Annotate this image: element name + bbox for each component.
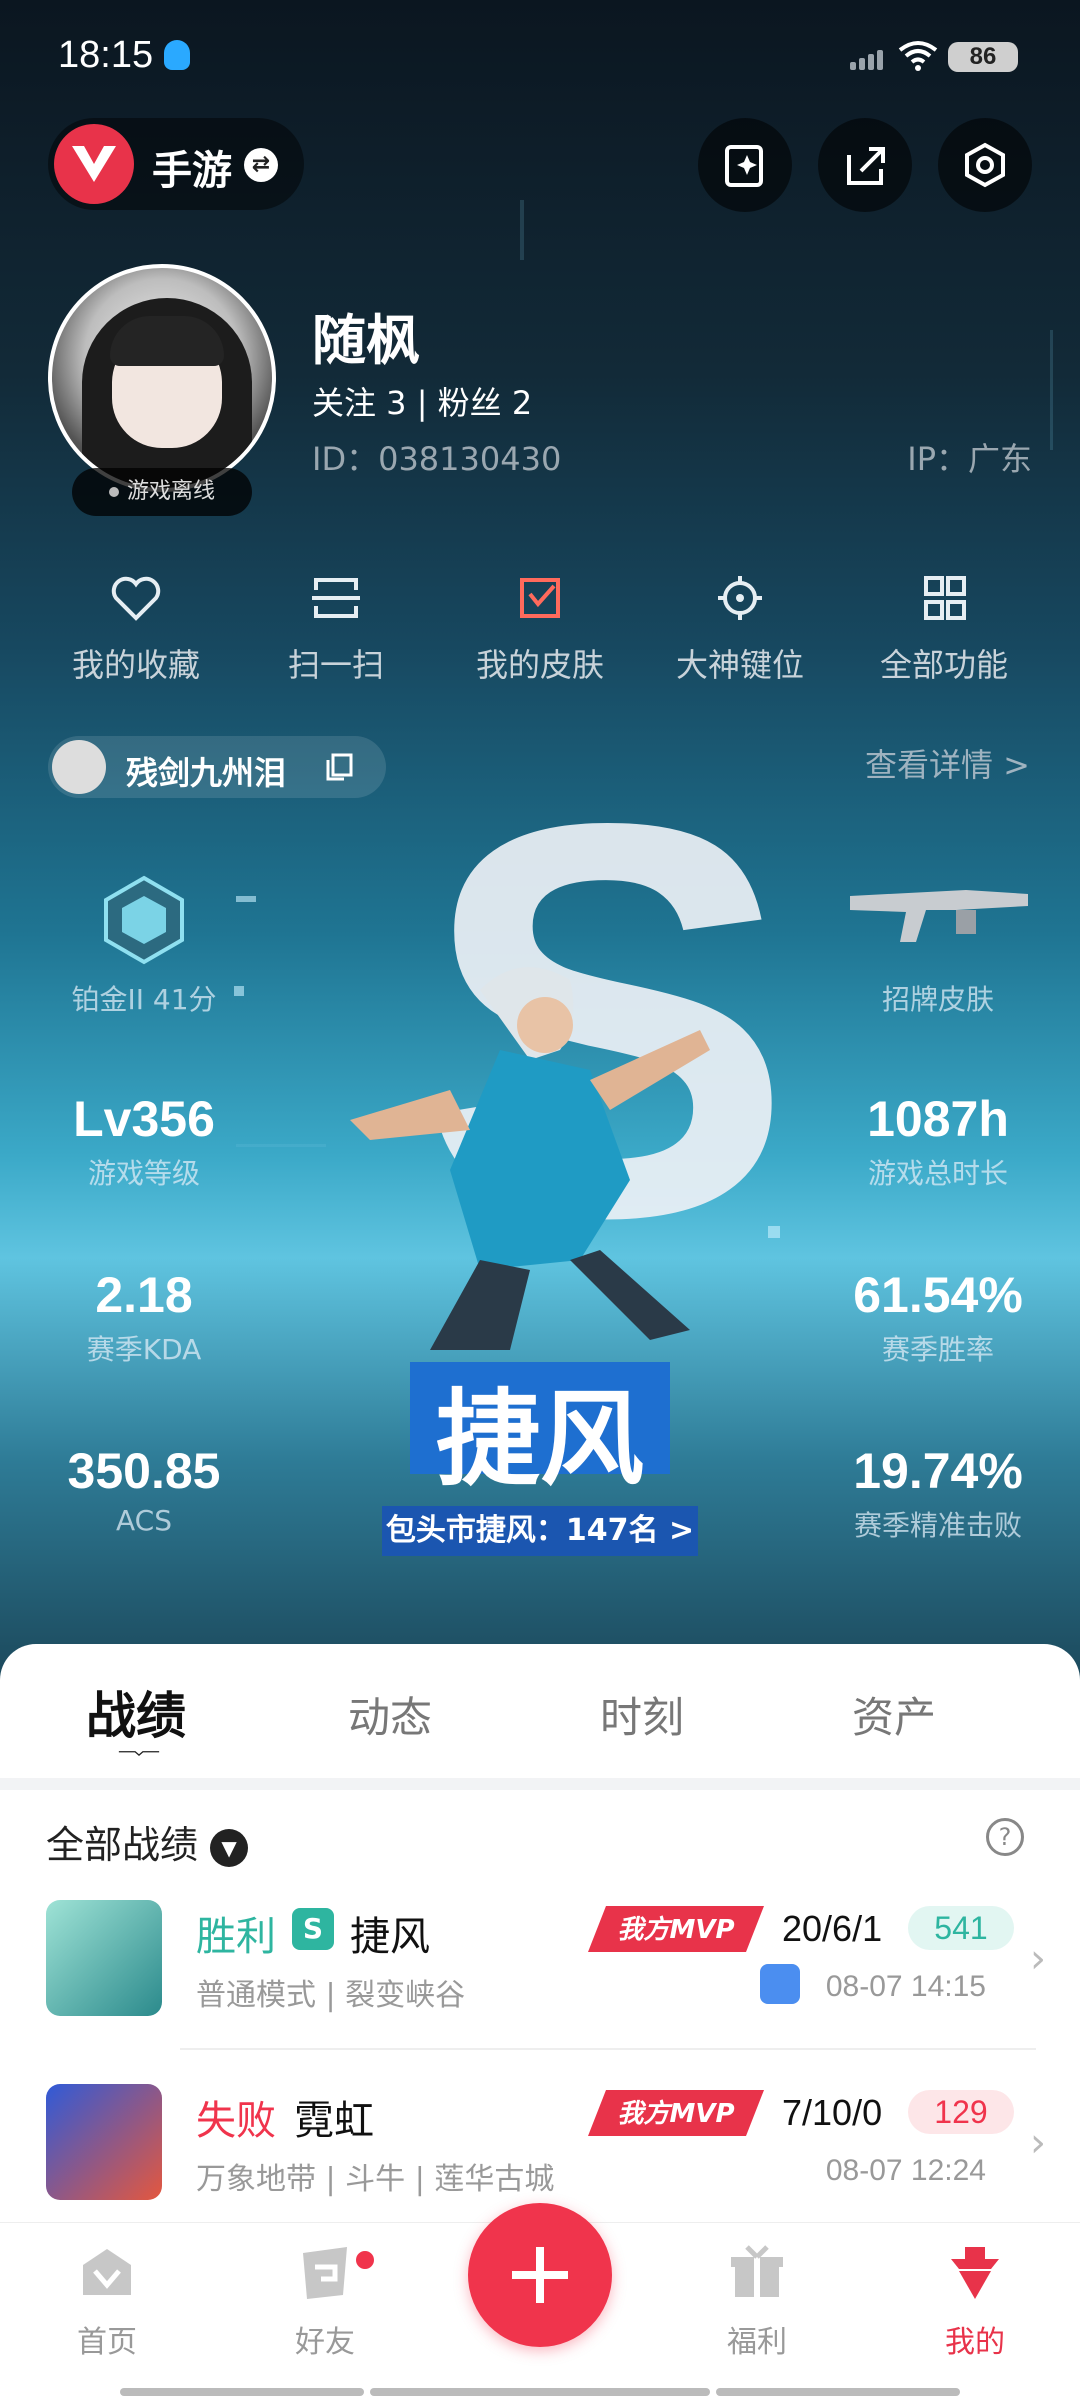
stat-skin: 招牌皮肤 [881,983,994,1016]
game-account-chip[interactable]: 残剑九州泪 [48,736,386,798]
card-sparkle-icon [725,145,763,187]
action-favorites[interactable]: 我的收藏 [36,574,236,694]
game-label: 手游 [152,148,232,194]
scan-icon [312,578,360,618]
signal-icon [850,44,886,70]
match-row[interactable]: 胜利 S 捷风 普通模式 | 裂变峡谷 我方MVP 20/6/1 541 08-… [0,1900,1080,2080]
match-kda: 20/6/1 [782,1908,883,1949]
gesture-bar [716,2388,960,2396]
game-switch-button[interactable]: 手游 ⇄ [48,118,304,210]
copy-icon[interactable] [324,752,354,782]
rank-s-badge: S [292,1908,334,1950]
records-filter[interactable]: 全部战绩 ▼ [46,1814,249,1869]
nav-home[interactable]: 首页 [32,2243,182,2361]
stat-rank: 铂金II 41分 [71,983,217,1016]
create-post-button[interactable] [468,2203,612,2347]
match-mode: 万象地带 | 斗牛 | 莲华古城 [196,2162,555,2197]
game-avatar [52,740,106,794]
match-mode: 普通模式 | 裂变峡谷 [196,1978,466,2013]
stat-hours: 1087h 游戏总时长 [867,1091,1009,1190]
video-record-icon[interactable] [760,1964,800,2004]
weapon-skin-icon [850,890,1028,942]
gift-icon [731,2245,783,2297]
mvp-badge: 我方MVP [588,1906,764,1952]
match-time: 08-07 14:15 [825,1970,986,2003]
match-agent: 霓虹 [294,2098,374,2144]
grid-icon [924,576,966,620]
tab-activity[interactable]: 动态 [348,1684,432,1745]
settings-icon [965,142,1005,188]
match-result: 胜利 [196,1914,276,1960]
city-rank-link[interactable]: 包头市捷风：147名 > [382,1506,698,1556]
decoration [520,200,524,260]
match-kda: 7/10/0 [782,2092,883,2133]
rank-emblem-icon [104,875,184,965]
agent-thumbnail [46,1900,162,2016]
game-logo-icon [54,124,134,204]
agent-thumbnail [46,2084,162,2200]
match-score: 541 [908,1906,1014,1950]
swap-icon: ⇄ [244,148,278,182]
qq-icon [164,40,190,70]
match-time: 08-07 12:24 [825,2154,986,2187]
action-keybinds[interactable]: 大神键位 [640,574,840,694]
ip-location: IP：广东 [907,440,1032,478]
share-button[interactable] [818,118,912,212]
profile-icon [951,2247,999,2299]
nav-profile[interactable]: 我的 [900,2243,1050,2361]
stat-acs: 350.85 ACS [67,1443,221,1537]
tab-moments[interactable]: 时刻 [600,1684,684,1745]
svg-text:我方MVP: 我方MVP [617,1915,734,1945]
action-skins[interactable]: 我的皮肤 [440,574,640,694]
help-icon[interactable]: ? [986,1818,1024,1856]
action-scan[interactable]: 扫一扫 [236,574,436,694]
status-time: 18:15 [58,34,154,76]
heart-icon [111,576,161,621]
tab-assets[interactable]: 资产 [852,1684,936,1745]
chevron-right-icon: › [1030,2120,1046,2166]
status-bar: 18:15 86 [0,0,1080,110]
home-icon [83,2249,131,2295]
nav-friends[interactable]: 好友 [250,2243,400,2361]
chevron-right-icon: › [1030,1936,1046,1982]
avatar[interactable] [48,264,276,492]
agent-illustration [350,967,710,1350]
mvp-badge: 我方MVP [588,2090,764,2136]
bottom-nav: 首页 好友 福利 我的 [0,2203,1080,2400]
tab-records[interactable]: 战绩 [86,1676,186,1748]
skin-icon [520,578,560,618]
gesture-bar [370,2388,710,2396]
username: 随枫 [312,309,420,372]
action-all-features[interactable]: 全部功能 [844,574,1044,694]
battery-icon: 86 [948,42,1018,72]
stat-winrate: 61.54% 赛季胜率 [853,1267,1023,1366]
decoration [1050,330,1053,450]
user-id: ID：038130430 [312,440,562,478]
svg-text:我方MVP: 我方MVP [617,2099,734,2129]
gesture-bar [120,2388,364,2396]
chevron-down-icon: ▼ [210,1828,249,1867]
game-account-name: 残剑九州泪 [126,754,287,792]
notification-dot [354,2249,376,2271]
match-score: 129 [908,2090,1014,2134]
decoration [236,896,256,902]
crosshair-icon [718,576,762,620]
view-details-link[interactable]: 查看详情 > [865,740,1030,786]
wifi-icon [898,41,938,71]
match-result: 失败 [196,2098,276,2144]
agent-name-banner: 捷风 [410,1362,670,1500]
stat-level: Lv356 游戏等级 [73,1091,215,1190]
stat-headshot: 19.74% 赛季精准击败 [853,1443,1023,1542]
game-status-badge: 游戏离线 [72,468,252,516]
match-agent: 捷风 [350,1914,430,1960]
settings-button[interactable] [938,118,1032,212]
nav-benefits[interactable]: 福利 [682,2243,832,2361]
share-icon [847,147,885,185]
tab-indicator [118,1751,160,1756]
friends-icon [303,2247,347,2299]
stat-kda: 2.18 赛季KDA [86,1267,202,1366]
checkin-button[interactable] [698,118,792,212]
follow-counts[interactable]: 关注 3 | 粉丝 2 [312,378,532,424]
tab-bar: 战绩 动态 时刻 资产 [0,1644,1080,1778]
